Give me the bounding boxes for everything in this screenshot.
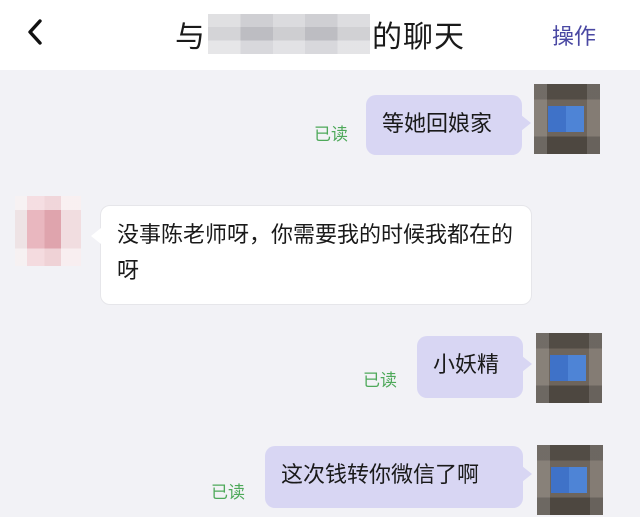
my-avatar[interactable] — [536, 333, 602, 403]
read-status: 已读 — [363, 371, 397, 391]
chat-title-suffix: 的聊天 — [372, 20, 465, 55]
chat-title-prefix: 与 — [175, 20, 206, 55]
message-bubble-outgoing[interactable]: 等她回娘家 — [366, 95, 531, 155]
action-button[interactable]: 操作 — [552, 19, 596, 51]
message-bubble-outgoing[interactable]: 这次钱转你微信了啊 — [265, 446, 532, 508]
chat-title: 与 的聊天 — [0, 12, 640, 56]
chat-header: 与 的聊天 操作 — [0, 0, 640, 70]
message-bubble-incoming[interactable]: 没事陈老师呀，你需要我的时候我都在的呀 — [91, 205, 532, 305]
my-avatar[interactable] — [534, 84, 600, 154]
contact-avatar[interactable] — [15, 196, 81, 266]
redacted-contact-name — [208, 14, 370, 54]
message-bubble-outgoing[interactable]: 小妖精 — [417, 336, 532, 398]
read-status: 已读 — [314, 125, 348, 145]
my-avatar[interactable] — [537, 445, 603, 515]
read-status: 已读 — [211, 483, 245, 503]
